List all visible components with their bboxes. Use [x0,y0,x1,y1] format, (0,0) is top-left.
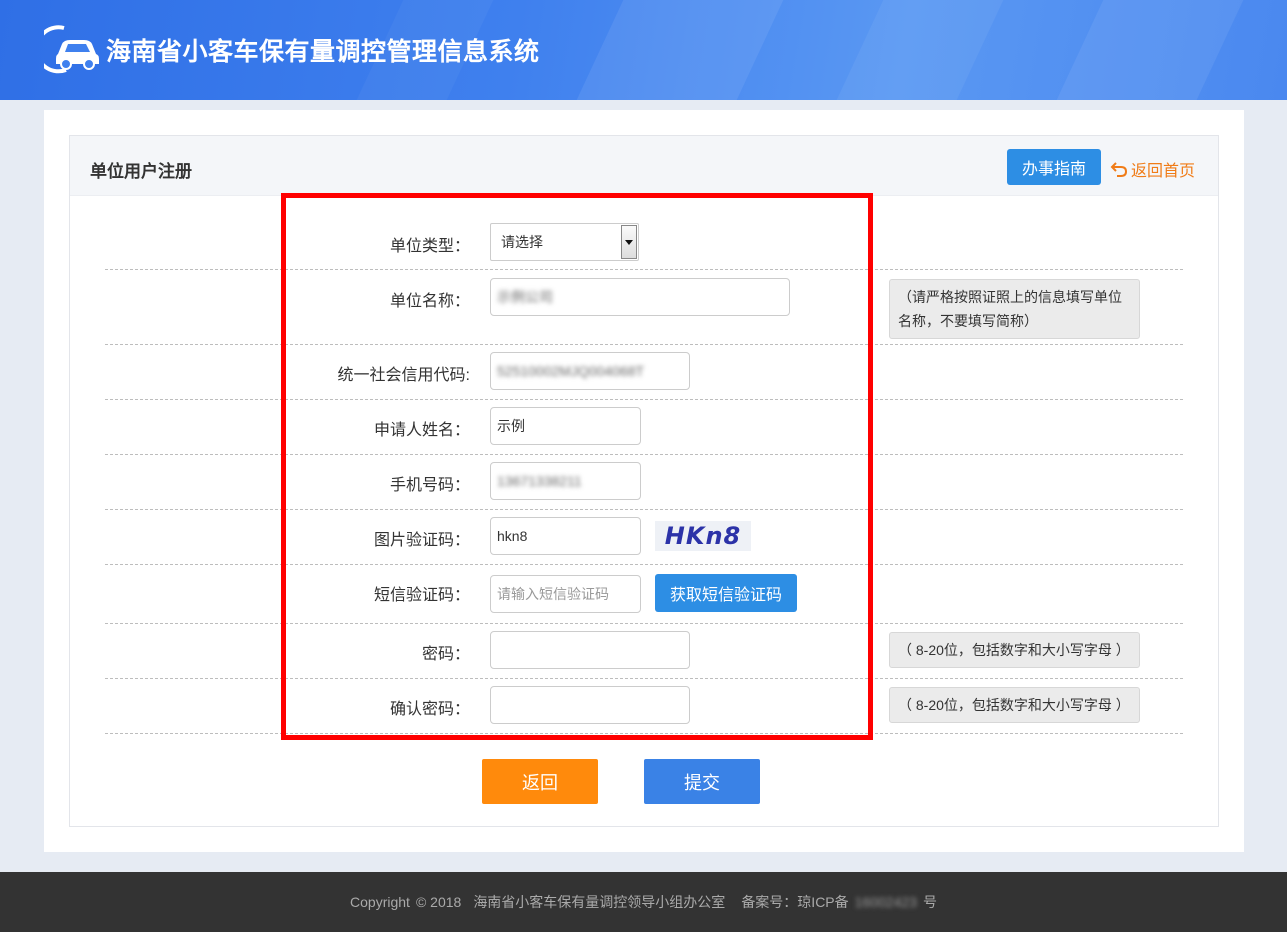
footer-icp-prefix: 备案号：琼ICP备 [741,894,849,910]
back-button[interactable]: 返回 [482,759,598,804]
confirm-password-tip: （ 8-20位，包括数字和大小写字母 ） [889,687,1140,723]
site-footer: Copyright © 2018 海南省小客车保有量调控领导小组办公室 备案号：… [0,872,1287,932]
password-tip: （ 8-20位，包括数字和大小写字母 ） [889,632,1140,668]
return-arrow-icon [1110,162,1128,177]
highlight-box [281,193,873,740]
footer-icp-suffix: 号 [922,894,937,910]
page-title: 单位用户注册 [90,162,192,181]
car-logo-icon [44,25,99,74]
return-home-label: 返回首页 [1131,163,1196,180]
panel-header: 单位用户注册 办事指南 返回首页 [70,136,1218,196]
footer-icp-number: 16002423 [854,894,917,910]
guide-button[interactable]: 办事指南 [1007,149,1101,185]
site-header: 海南省小客车保有量调控管理信息系统 [0,0,1287,100]
footer-copyright: Copyright [350,894,410,910]
footer-org: 海南省小客车保有量调控领导小组办公室 [473,894,726,910]
return-home-link[interactable]: 返回首页 [1110,157,1195,181]
submit-button[interactable]: 提交 [644,759,760,804]
footer-year: © 2018 [415,894,462,910]
unit-name-tip: （请严格按照证照上的信息填写单位名称，不要填写简称） [889,279,1140,339]
site-title: 海南省小客车保有量调控管理信息系统 [106,38,540,66]
